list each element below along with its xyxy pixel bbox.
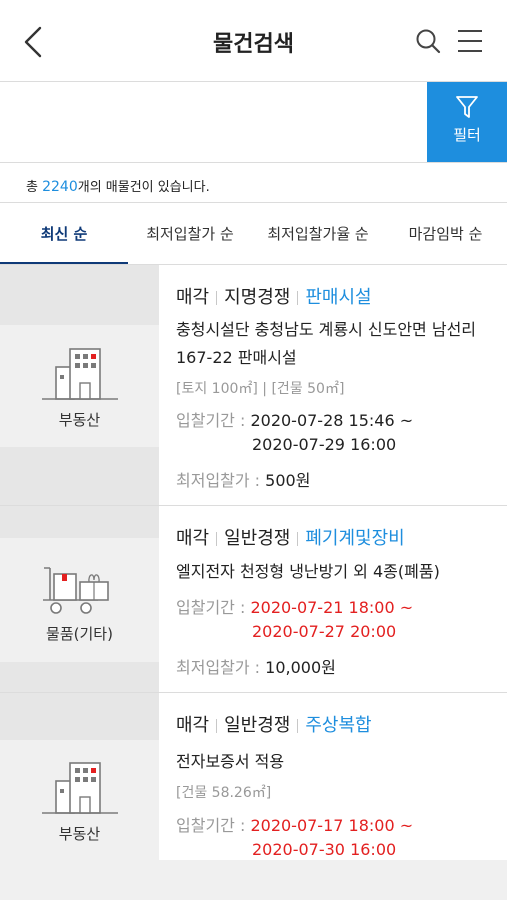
bid-period: 입찰기간 : 2020-07-21 18:00 ~ bbox=[176, 594, 413, 618]
asset-type: 주상복합 bbox=[305, 715, 372, 736]
bid-period-start: 2020-07-17 18:00 ~ bbox=[250, 816, 414, 835]
bid-period: 입찰기간 : 2020-07-17 18:00 ~ bbox=[176, 812, 413, 836]
bid-period-label: 입찰기간 : bbox=[176, 816, 251, 835]
item-thumbnail: 부동산 bbox=[0, 265, 159, 505]
item-title-line1: 충청시설단 충청남도 계룡시 신도안면 남선리 bbox=[176, 320, 477, 339]
item-type-line: 매각 일반경쟁 폐기계및장비 bbox=[176, 524, 405, 550]
filter-label: 필터 bbox=[453, 126, 481, 144]
lowest-price: 최저입찰가 : 500원 bbox=[176, 467, 310, 491]
lowest-price-value: 500원 bbox=[265, 471, 311, 490]
item-area: [건물 58.26㎡] bbox=[176, 785, 272, 801]
sort-tabs: 최신 순 최저입찰가 순 최저입찰가율 순 마감임박 순 bbox=[0, 203, 507, 265]
thumb-band-top bbox=[0, 693, 159, 740]
search-bar[interactable]: 필터 bbox=[0, 82, 507, 163]
item-thumbnail: 부동산 bbox=[0, 693, 159, 860]
result-list: 부동산 매각 지명경쟁 판매시설 충청시설단 충청남도 계룡시 신도안면 남선리 1… bbox=[0, 265, 507, 900]
item-category: 물품(기타) bbox=[46, 625, 113, 643]
bid-period-end: 2020-07-27 20:00 bbox=[252, 622, 397, 641]
lowest-price: 최저입찰가 : 10,000원 bbox=[176, 654, 336, 678]
cart-boxes-icon bbox=[43, 567, 109, 614]
building-icon bbox=[42, 762, 118, 814]
list-item[interactable]: 물품(기타) 매각 일반경쟁 폐기계및장비 엘지전자 천정형 냉난방기 외 4종(폐… bbox=[0, 506, 507, 692]
separator bbox=[297, 291, 299, 305]
lowest-price-label: 최저입찰가 : bbox=[176, 471, 266, 490]
bid-period-start: 2020-07-28 15:46 ~ bbox=[250, 411, 414, 430]
bid-period-label: 입찰기간 : bbox=[176, 598, 251, 617]
bid-type: 지명경쟁 bbox=[224, 287, 291, 308]
filter-funnel-icon bbox=[456, 96, 478, 118]
tab-lowest-price[interactable]: 최저입찰가 순 bbox=[128, 203, 252, 265]
thumb-band-bottom bbox=[0, 662, 159, 692]
search-icon[interactable] bbox=[414, 27, 442, 55]
asset-type: 폐기계및장비 bbox=[305, 528, 405, 549]
tab-latest[interactable]: 최신 순 bbox=[0, 203, 128, 265]
list-item[interactable]: 부동산 매각 일반경쟁 주상복합 전자보증서 적용 [건물 58.26㎡] 입찰기간… bbox=[0, 693, 507, 860]
item-thumbnail: 물품(기타) bbox=[0, 506, 159, 692]
sale-type: 매각 bbox=[176, 715, 210, 736]
list-item[interactable]: 부동산 매각 지명경쟁 판매시설 충청시설단 충청남도 계룡시 신도안면 남선리 1… bbox=[0, 265, 507, 505]
bid-period-end: 2020-07-30 16:00 bbox=[252, 840, 397, 859]
bid-period-label: 입찰기간 : bbox=[176, 411, 251, 430]
tab-lowest-price-rate[interactable]: 최저입찰가율 순 bbox=[252, 203, 384, 265]
lowest-price-label: 최저입찰가 : bbox=[176, 658, 266, 677]
bid-type: 일반경쟁 bbox=[224, 528, 291, 549]
asset-type: 판매시설 bbox=[305, 287, 372, 308]
count-number: 2240 bbox=[42, 179, 78, 195]
item-area: [토지 100㎡] | [건물 50㎡] bbox=[176, 381, 345, 397]
result-count: 총 2240개의 매물건이 있습니다. bbox=[26, 176, 210, 195]
separator bbox=[216, 291, 218, 305]
count-suffix: 개의 매물건이 있습니다. bbox=[77, 180, 210, 195]
thumb-band-top bbox=[0, 506, 159, 538]
item-title-line1: 전자보증서 적용 bbox=[176, 752, 285, 771]
bid-period-end: 2020-07-29 16:00 bbox=[252, 435, 397, 454]
item-title-line1: 엘지전자 천정형 냉난방기 외 4종(폐품) bbox=[176, 562, 440, 581]
count-prefix: 총 bbox=[26, 180, 43, 195]
sale-type: 매각 bbox=[176, 287, 210, 308]
separator bbox=[216, 532, 218, 546]
item-category: 부동산 bbox=[58, 825, 101, 843]
lowest-price-value: 10,000원 bbox=[265, 658, 336, 677]
thumb-band-bottom bbox=[0, 447, 159, 505]
item-title-line2: 167-22 판매시설 bbox=[176, 348, 297, 367]
item-category: 부동산 bbox=[58, 411, 101, 429]
sale-type: 매각 bbox=[176, 528, 210, 549]
separator bbox=[297, 719, 299, 733]
hamburger-menu-icon[interactable] bbox=[456, 28, 484, 54]
bid-period-start: 2020-07-21 18:00 ~ bbox=[250, 598, 414, 617]
item-type-line: 매각 일반경쟁 주상복합 bbox=[176, 711, 372, 737]
separator bbox=[216, 719, 218, 733]
app-header: 물건검색 bbox=[0, 0, 507, 82]
separator bbox=[297, 532, 299, 546]
thumb-band-top bbox=[0, 265, 159, 325]
bid-type: 일반경쟁 bbox=[224, 715, 291, 736]
tab-deadline[interactable]: 마감임박 순 bbox=[384, 203, 507, 265]
bid-period: 입찰기간 : 2020-07-28 15:46 ~ bbox=[176, 407, 413, 431]
item-type-line: 매각 지명경쟁 판매시설 bbox=[176, 283, 372, 309]
filter-button[interactable]: 필터 bbox=[427, 82, 507, 162]
building-icon bbox=[42, 348, 118, 400]
